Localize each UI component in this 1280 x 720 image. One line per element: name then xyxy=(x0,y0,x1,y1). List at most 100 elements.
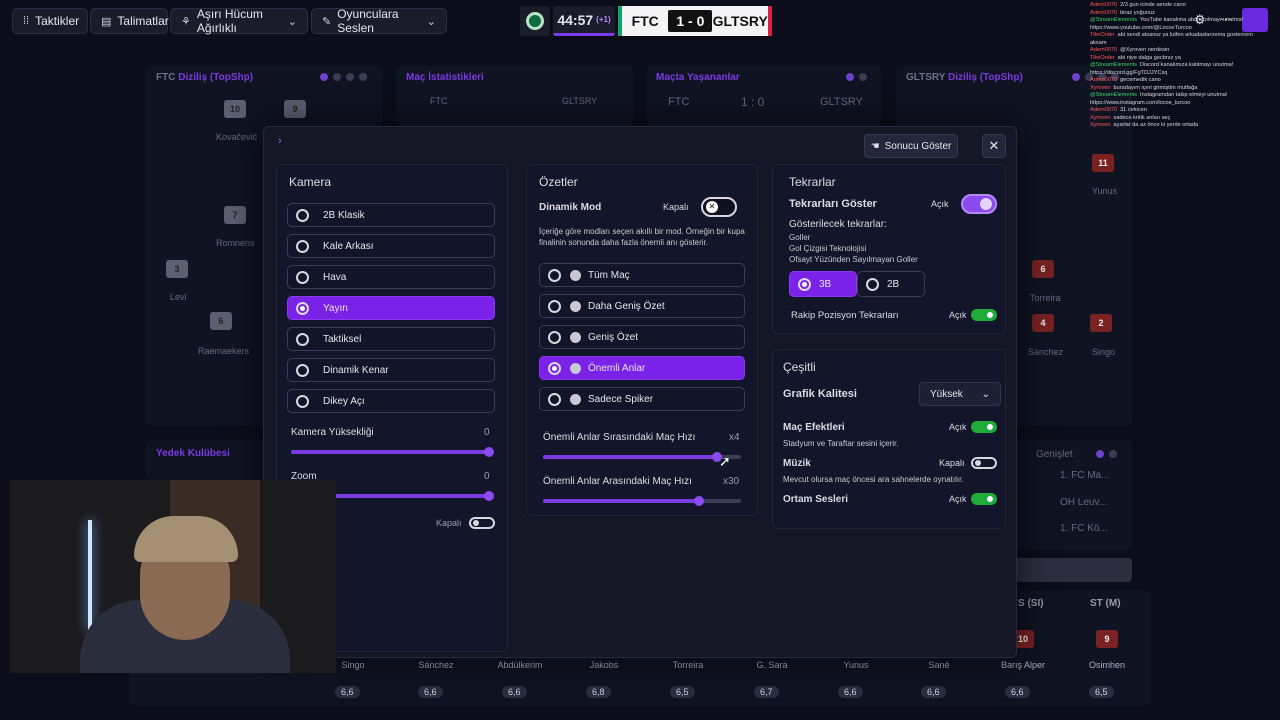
camera-height-value: 0 xyxy=(484,427,490,438)
camera-option-broadcast[interactable]: Yayın xyxy=(287,296,495,320)
camera-option-aerial[interactable]: Hava xyxy=(287,265,495,289)
summary-option-commentary-only[interactable]: Sadece Spiker xyxy=(539,387,745,411)
chat-username: TikeOrder xyxy=(1090,54,1115,61)
chat-username: Adem0070 xyxy=(1090,107,1118,113)
away-lineup-title: GLTSRY Diziliş (TopShp) xyxy=(906,72,1023,83)
events-title: Maçta Yaşananlar xyxy=(656,72,740,83)
summary-option-wide[interactable]: Geniş Özet xyxy=(539,325,745,349)
dynamic-mode-toggle[interactable]: ✕ xyxy=(701,197,737,217)
match-effects-label: Maç Efektleri xyxy=(783,422,845,433)
opponent-replays-toggle[interactable] xyxy=(971,309,997,321)
pie-slice-icon xyxy=(570,393,581,405)
side-table-bar xyxy=(1014,558,1132,582)
radio-icon xyxy=(296,208,309,222)
camera-extra-toggle[interactable] xyxy=(469,517,495,529)
hand-icon: ☚ xyxy=(870,140,880,152)
bottom-player-name: Torreira xyxy=(672,660,704,670)
player-rating: 6,7 xyxy=(754,686,779,698)
player-shirt: 3 xyxy=(166,260,188,278)
chat-username: Adem0070 xyxy=(1090,77,1118,83)
chevron-down-icon: ⌄ xyxy=(981,388,990,400)
expand-link[interactable]: Genişlet xyxy=(1036,449,1073,460)
camera-height-slider[interactable] xyxy=(291,447,494,457)
tactics-button[interactable]: ⁞⁞ Taktikler xyxy=(12,8,88,34)
slider-knob[interactable] xyxy=(484,491,494,501)
ambient-sounds-state: Açık xyxy=(949,494,967,504)
player-shirt: 9 xyxy=(1096,630,1118,648)
show-replays-toggle[interactable] xyxy=(961,194,997,214)
summaries-title: Özetler xyxy=(539,175,578,189)
side-row: 1. FC Kö... xyxy=(1060,523,1108,534)
rating-row: 6,7 xyxy=(754,686,779,698)
summary-option-label: Önemli Anlar xyxy=(588,362,646,374)
summary-option-full-match[interactable]: Tüm Maç xyxy=(539,263,745,287)
formation-icon: ⚘ xyxy=(181,15,191,28)
radio-icon xyxy=(866,277,879,291)
chat-message: Adem0070 gecemedik cano xyxy=(1090,77,1278,85)
mouse-cursor-icon: ➚ xyxy=(719,453,731,469)
home-lineup-formation: Diziliş (TopShp) xyxy=(178,72,254,83)
stats-home: FTC xyxy=(430,96,448,106)
webcam-overlay xyxy=(10,480,336,673)
rating-row: 6,6 xyxy=(838,686,863,698)
radio-icon xyxy=(296,363,309,377)
player-shirt: 4 xyxy=(1032,314,1054,332)
home-lineup-dots xyxy=(320,73,367,81)
chat-message: TikeOrder abi niye dalga gecbnız ya xyxy=(1090,55,1278,63)
rating-row: 6,8 xyxy=(586,686,611,698)
camera-option-behind-goal[interactable]: Kale Arkası xyxy=(287,234,495,258)
summary-option-key-moments[interactable]: Önemli Anlar xyxy=(539,356,745,380)
camera-option-dynamic-side[interactable]: Dinamik Kenar xyxy=(287,358,495,382)
chat-username: @StreamElements xyxy=(1090,17,1138,23)
match-effects-state: Açık xyxy=(949,422,967,432)
chat-username: Adem0070 xyxy=(1090,9,1118,16)
graphics-quality-label: Grafik Kalitesi xyxy=(783,388,857,400)
bottom-player-name: Barış Alper xyxy=(1000,660,1046,670)
music-toggle[interactable] xyxy=(971,457,997,469)
opponent-replays-label: Rakip Pozisyon Tekrarları xyxy=(791,310,899,321)
camera-option-2d-classic[interactable]: 2B Klasik xyxy=(287,203,495,227)
player-rating: 6,5 xyxy=(670,686,695,698)
speed-between-slider[interactable] xyxy=(543,496,741,506)
radio-icon xyxy=(296,239,309,253)
ambient-sounds-toggle[interactable] xyxy=(971,493,997,505)
rating-row: 6,5 xyxy=(1089,686,1114,698)
events-title-text: Maçta Yaşananlar xyxy=(656,72,740,83)
camera-title: Kamera xyxy=(289,175,332,189)
show-result-button[interactable]: ☚ Sonucu Göster xyxy=(864,134,958,158)
camera-option-vertical[interactable]: Dikey Açı xyxy=(287,389,495,413)
replay-mode-3d[interactable]: 3B xyxy=(789,271,857,297)
shout-dropdown[interactable]: ✎ Oyunculara Seslen ⌄ xyxy=(311,7,447,35)
radio-icon xyxy=(296,270,309,284)
home-lineup-title: FTC Diziliş (TopShp) xyxy=(156,72,253,83)
summary-option-extended[interactable]: Daha Geniş Özet xyxy=(539,294,745,318)
stats-title-text: Maç İstatistikleri xyxy=(406,72,484,83)
chevron-right-icon[interactable]: › xyxy=(278,135,282,147)
slider-knob[interactable] xyxy=(694,496,705,506)
chat-text: buradayım içeri girmiştim mutfağa xyxy=(1113,84,1198,91)
speed-during-slider[interactable] xyxy=(543,452,741,462)
dynamic-mode-label: Dinamik Mod xyxy=(539,202,602,213)
home-lineup-team: FTC xyxy=(156,72,176,83)
chat-message: @StreamElements Instagramdan takip etmeyi… xyxy=(1090,92,1278,100)
stats-title: Maç İstatistikleri xyxy=(406,72,484,83)
attack-mentality-dropdown[interactable]: ⚘ Aşırı Hücum Ağırlıklı ⌄ xyxy=(170,7,308,35)
chat-text: YouTube kanalıma abone olmayı unutma! xyxy=(1140,17,1244,23)
instructions-button[interactable]: ▤ Talimatlar xyxy=(90,8,169,34)
rating-row: 6,6 xyxy=(418,686,443,698)
radio-icon xyxy=(548,268,561,282)
misc-panel: Çeşitli Grafik Kalitesi Yüksek ⌄ Maç Efe… xyxy=(772,349,1006,529)
replay-item: Ofsayt Yüzünden Sayılmayan Goller xyxy=(789,255,918,264)
home-team: FTC xyxy=(618,6,668,36)
match-effects-toggle[interactable] xyxy=(971,421,997,433)
replay-mode-2d[interactable]: 2B xyxy=(857,271,925,297)
camera-option-label: Kale Arkası xyxy=(323,240,374,252)
slider-knob[interactable] xyxy=(484,447,494,457)
graphics-quality-value: Yüksek xyxy=(930,388,963,400)
tactics-icon: ⁞⁞ xyxy=(23,15,30,27)
close-button[interactable]: ✕ xyxy=(982,134,1006,158)
camera-option-tactical[interactable]: Taktiksel xyxy=(287,327,495,351)
show-replays-label: Tekrarları Göster xyxy=(789,198,877,210)
graphics-quality-dropdown[interactable]: Yüksek ⌄ xyxy=(919,382,1001,406)
chat-message: https://www.youtube.com/@LocoeTurcoo xyxy=(1090,25,1278,33)
